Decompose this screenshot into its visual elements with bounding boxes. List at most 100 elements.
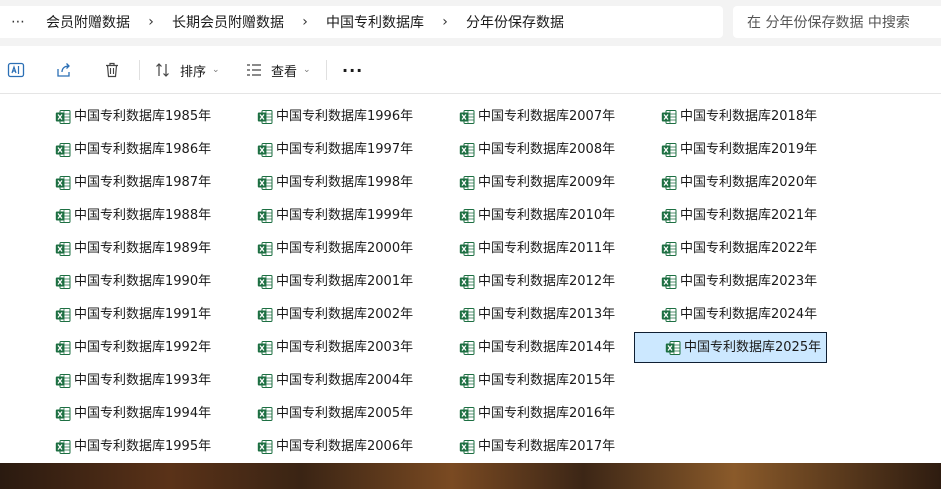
file-item[interactable]: 中国专利数据库2022年 (656, 233, 818, 264)
delete-icon (106, 62, 118, 78)
more-icon: ··· (342, 60, 364, 80)
excel-file-icon (661, 109, 677, 124)
file-name: 中国专利数据库1987年 (74, 174, 212, 190)
file-item[interactable]: 中国专利数据库1999年 (252, 200, 414, 231)
file-item[interactable]: 中国专利数据库1988年 (50, 200, 212, 231)
file-item[interactable]: 中国专利数据库2005年 (252, 398, 414, 429)
file-name: 中国专利数据库2018年 (680, 108, 818, 124)
file-item[interactable]: 中国专利数据库1989年 (50, 233, 212, 264)
file-item[interactable]: 中国专利数据库1992年 (50, 332, 212, 363)
file-item[interactable]: 中国专利数据库1997年 (252, 134, 414, 165)
breadcrumb-item-3[interactable]: 中国专利数据库 (322, 12, 428, 32)
file-item[interactable]: 中国专利数据库2011年 (454, 233, 616, 264)
file-name: 中国专利数据库2024年 (680, 306, 818, 322)
file-name: 中国专利数据库1992年 (74, 339, 212, 355)
file-item[interactable]: 中国专利数据库2025年 (634, 332, 827, 363)
file-item[interactable]: 中国专利数据库1995年 (50, 431, 212, 462)
excel-file-icon (55, 208, 71, 223)
breadcrumb[interactable]: ⋯ 会员附赠数据 › 长期会员附赠数据 › 中国专利数据库 › 分年份保存数据 (0, 6, 723, 38)
file-item[interactable]: 中国专利数据库2003年 (252, 332, 414, 363)
file-item[interactable]: 中国专利数据库2008年 (454, 134, 616, 165)
toolbar-divider (139, 60, 140, 80)
file-item[interactable]: 中国专利数据库1987年 (50, 167, 212, 198)
file-item[interactable]: 中国专利数据库2021年 (656, 200, 818, 231)
file-explorer-window: ⋯ 会员附赠数据 › 长期会员附赠数据 › 中国专利数据库 › 分年份保存数据 … (0, 0, 941, 463)
file-item[interactable]: 中国专利数据库2016年 (454, 398, 616, 429)
more-options-button[interactable]: ··· (342, 58, 363, 82)
excel-file-icon (459, 439, 475, 454)
file-item[interactable]: 中国专利数据库2014年 (454, 332, 616, 363)
excel-file-icon (257, 307, 273, 322)
file-name: 中国专利数据库2013年 (478, 306, 616, 322)
file-name: 中国专利数据库1994年 (74, 405, 212, 421)
excel-file-icon (459, 340, 475, 355)
file-item[interactable]: 中国专利数据库2010年 (454, 200, 616, 231)
file-item[interactable]: 中国专利数据库1990年 (50, 266, 212, 297)
chevron-right-icon[interactable]: › (288, 14, 322, 30)
file-name: 中国专利数据库2014年 (478, 339, 616, 355)
file-item[interactable]: 中国专利数据库1996年 (252, 101, 414, 132)
excel-file-icon (55, 142, 71, 157)
excel-file-icon (257, 373, 273, 388)
command-bar: 排序 ⌄ 查看 ⌄ ··· (0, 46, 941, 94)
file-item[interactable]: 中国专利数据库2000年 (252, 233, 414, 264)
file-name: 中国专利数据库1986年 (74, 141, 212, 157)
file-item[interactable]: 中国专利数据库2009年 (454, 167, 616, 198)
address-row: ⋯ 会员附赠数据 › 长期会员附赠数据 › 中国专利数据库 › 分年份保存数据 … (0, 0, 941, 46)
file-item[interactable]: 中国专利数据库2007年 (454, 101, 616, 132)
file-item[interactable]: 中国专利数据库2013年 (454, 299, 616, 330)
desktop-background (0, 463, 941, 489)
file-item[interactable]: 中国专利数据库1986年 (50, 134, 212, 165)
breadcrumb-item-1[interactable]: 会员附赠数据 (42, 12, 134, 32)
file-item[interactable]: 中国专利数据库2012年 (454, 266, 616, 297)
file-name: 中国专利数据库2008年 (478, 141, 616, 157)
file-item[interactable]: 中国专利数据库1991年 (50, 299, 212, 330)
chevron-right-icon[interactable]: › (428, 14, 462, 30)
excel-file-icon (459, 406, 475, 421)
view-button[interactable]: 查看 ⌄ (245, 58, 311, 82)
excel-file-icon (257, 340, 273, 355)
file-item[interactable]: 中国专利数据库1993年 (50, 365, 212, 396)
excel-file-icon (459, 175, 475, 190)
excel-file-icon (257, 241, 273, 256)
file-item[interactable]: 中国专利数据库2017年 (454, 431, 616, 462)
file-name: 中国专利数据库2010年 (478, 207, 616, 223)
excel-file-icon (459, 307, 475, 322)
view-label: 查看 (271, 64, 298, 80)
excel-file-icon (257, 274, 273, 289)
excel-file-icon (459, 241, 475, 256)
excel-file-icon (459, 109, 475, 124)
file-item[interactable]: 中国专利数据库2001年 (252, 266, 414, 297)
file-item[interactable]: 中国专利数据库2020年 (656, 167, 818, 198)
file-item[interactable]: 中国专利数据库2015年 (454, 365, 616, 396)
excel-file-icon (661, 208, 677, 223)
file-item[interactable]: 中国专利数据库2002年 (252, 299, 414, 330)
file-item[interactable]: 中国专利数据库2019年 (656, 134, 818, 165)
file-item[interactable]: 中国专利数据库2006年 (252, 431, 414, 462)
file-name: 中国专利数据库2017年 (478, 438, 616, 454)
file-item[interactable]: 中国专利数据库2004年 (252, 365, 414, 396)
breadcrumb-item-2[interactable]: 长期会员附赠数据 (168, 12, 288, 32)
file-item[interactable]: 中国专利数据库2024年 (656, 299, 818, 330)
share-button[interactable] (54, 58, 74, 82)
sort-button[interactable]: 排序 ⌄ (154, 58, 220, 82)
view-icon (247, 64, 261, 76)
file-name: 中国专利数据库1988年 (74, 207, 212, 223)
file-item[interactable]: 中国专利数据库1998年 (252, 167, 414, 198)
excel-file-icon (661, 274, 677, 289)
chevron-right-icon[interactable]: › (134, 14, 168, 30)
rename-button[interactable] (6, 58, 26, 82)
search-input[interactable]: 在 分年份保存数据 中搜索 (733, 6, 941, 38)
chevron-down-icon: ⌄ (212, 65, 220, 75)
delete-button[interactable] (102, 58, 122, 82)
file-name: 中国专利数据库2025年 (684, 339, 822, 355)
excel-file-icon (55, 439, 71, 454)
file-item[interactable]: 中国专利数据库1985年 (50, 101, 212, 132)
file-name: 中国专利数据库1999年 (276, 207, 414, 223)
file-item[interactable]: 中国专利数据库2023年 (656, 266, 818, 297)
breadcrumb-item-4[interactable]: 分年份保存数据 (462, 12, 568, 32)
file-item[interactable]: 中国专利数据库1994年 (50, 398, 212, 429)
breadcrumb-more-button[interactable]: ⋯ (8, 10, 28, 34)
file-item[interactable]: 中国专利数据库2018年 (656, 101, 818, 132)
file-name: 中国专利数据库1991年 (74, 306, 212, 322)
